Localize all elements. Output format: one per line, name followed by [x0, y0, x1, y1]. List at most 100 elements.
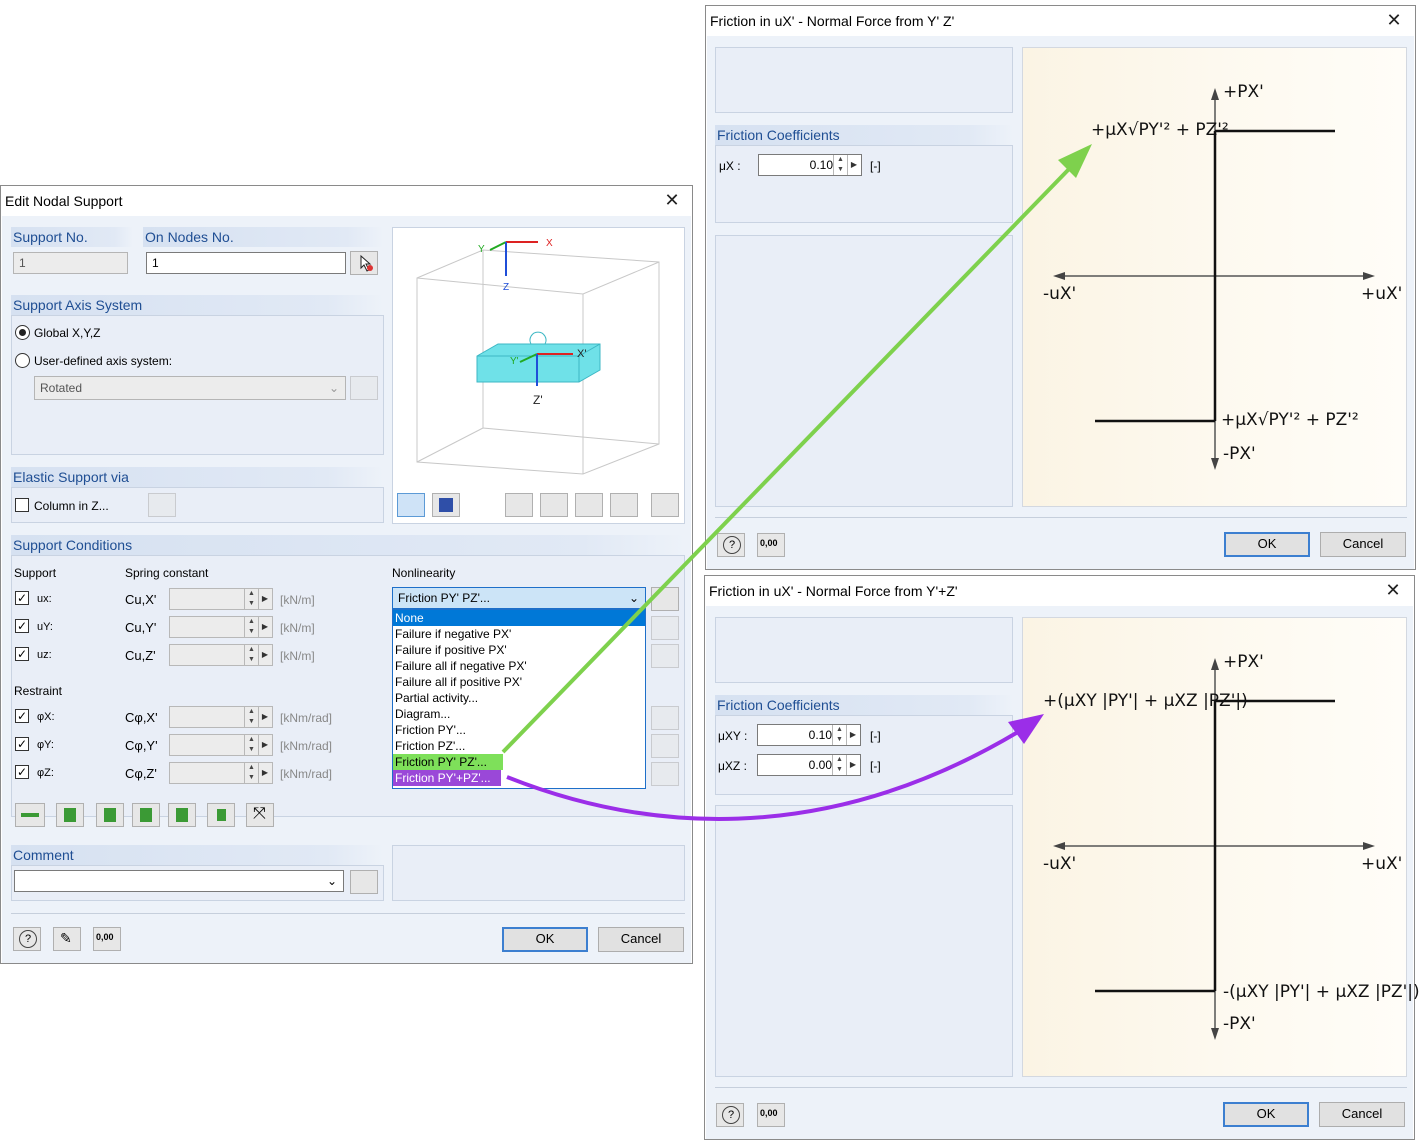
- units-button[interactable]: 0,00: [757, 1103, 785, 1127]
- units-button[interactable]: 0,00: [757, 533, 785, 557]
- cancel-button[interactable]: Cancel: [598, 927, 684, 952]
- spin-updown-icon[interactable]: ▲ ▼: [244, 735, 258, 755]
- condition-checkbox[interactable]: ✓: [15, 647, 29, 661]
- dropdown-option[interactable]: None: [393, 610, 645, 626]
- spin-updown-icon[interactable]: ▲ ▼: [244, 763, 258, 783]
- row-edit-button[interactable]: [651, 706, 679, 730]
- top-blank-panel: [715, 617, 1013, 683]
- nonlinearity-column-label: Nonlinearity: [392, 566, 456, 580]
- support-type-1-button[interactable]: [56, 803, 84, 827]
- nonlinearity-edit-button[interactable]: [651, 587, 679, 611]
- dropdown-option[interactable]: Friction PZ'...: [393, 738, 645, 754]
- spin-right-icon[interactable]: ▶: [258, 617, 271, 637]
- spin-right-icon[interactable]: ▶: [846, 725, 859, 745]
- condition-checkbox[interactable]: ✓: [15, 591, 29, 605]
- spin-updown-icon[interactable]: ▲ ▼: [833, 155, 847, 175]
- dropdown-option[interactable]: Failure if positive PX': [393, 642, 645, 658]
- axis-system-select[interactable]: Rotated ⌄: [34, 376, 346, 400]
- axis-system-edit-button[interactable]: [350, 376, 378, 400]
- row-edit-button[interactable]: [651, 762, 679, 786]
- support-type-free-button[interactable]: ⤧: [246, 803, 274, 827]
- view-render-button[interactable]: [432, 493, 460, 517]
- pick-nodes-button[interactable]: [350, 251, 378, 275]
- close-icon[interactable]: ✕: [659, 189, 685, 213]
- spin-right-icon[interactable]: ▶: [258, 763, 271, 783]
- mu-x-spinner[interactable]: 0.10 ▲ ▼ ▶: [758, 154, 862, 176]
- dropdown-option[interactable]: Diagram...: [393, 706, 645, 722]
- cancel-button[interactable]: Cancel: [1320, 532, 1406, 557]
- units-button[interactable]: 0,00: [93, 927, 121, 951]
- view-axes-button[interactable]: [397, 493, 425, 517]
- support-type-2-button[interactable]: [96, 803, 124, 827]
- spring-constant-spinner[interactable]: ▲ ▼ ▶: [169, 706, 273, 728]
- user-defined-radio[interactable]: [15, 353, 30, 368]
- row-edit-button[interactable]: [651, 616, 679, 640]
- view-z-button[interactable]: [575, 493, 603, 517]
- spin-right-icon[interactable]: ▶: [258, 707, 271, 727]
- mu-xz-spinner[interactable]: 0.00 ▲ ▼ ▶: [757, 754, 861, 776]
- support-type-5-button[interactable]: [207, 803, 235, 827]
- view-iso-button[interactable]: [610, 493, 638, 517]
- spin-updown-icon[interactable]: ▲ ▼: [244, 589, 258, 609]
- comment-library-button[interactable]: [350, 870, 378, 894]
- ok-button[interactable]: OK: [1224, 532, 1310, 557]
- dropdown-option[interactable]: Failure all if positive PX': [393, 674, 645, 690]
- spin-updown-icon[interactable]: ▲ ▼: [244, 617, 258, 637]
- comment-field[interactable]: ⌄: [14, 870, 344, 892]
- dropdown-option[interactable]: Partial activity...: [393, 690, 645, 706]
- spin-right-icon[interactable]: ▶: [846, 755, 859, 775]
- spring-constant-spinner[interactable]: ▲ ▼ ▶: [169, 644, 273, 666]
- row-edit-button[interactable]: [651, 734, 679, 758]
- dropdown-option[interactable]: Friction PY'+PZ'...: [393, 770, 501, 786]
- close-icon[interactable]: ✕: [1381, 9, 1407, 33]
- help-button[interactable]: ?: [717, 533, 745, 557]
- spin-updown-icon[interactable]: ▲ ▼: [244, 707, 258, 727]
- close-icon[interactable]: ✕: [1380, 579, 1406, 603]
- spin-updown-icon[interactable]: ▲ ▼: [244, 645, 258, 665]
- condition-checkbox[interactable]: ✓: [15, 765, 29, 779]
- spin-right-icon[interactable]: ▶: [847, 155, 860, 175]
- spring-symbol: Cφ,Y': [125, 738, 158, 753]
- spring-constant-spinner[interactable]: ▲ ▼ ▶: [169, 588, 273, 610]
- row-edit-button[interactable]: [651, 644, 679, 668]
- spring-constant-spinner[interactable]: ▲ ▼ ▶: [169, 762, 273, 784]
- help-button[interactable]: ?: [716, 1103, 744, 1127]
- spin-updown-icon[interactable]: ▲ ▼: [832, 755, 846, 775]
- spin-right-icon[interactable]: ▶: [258, 735, 271, 755]
- mu-xy-spinner[interactable]: 0.10 ▲ ▼ ▶: [757, 724, 861, 746]
- spin-right-icon[interactable]: ▶: [258, 589, 271, 609]
- view-x-button[interactable]: [505, 493, 533, 517]
- coeff-header: Friction Coefficients: [715, 125, 1013, 145]
- ok-button[interactable]: OK: [502, 927, 588, 952]
- spring-unit: [kN/m]: [280, 621, 315, 635]
- column-edit-button[interactable]: [148, 493, 176, 517]
- spin-updown-icon[interactable]: ▲ ▼: [832, 725, 846, 745]
- condition-checkbox[interactable]: ✓: [15, 709, 29, 723]
- nonlinearity-select[interactable]: Friction PY' PZ'... ⌄: [392, 587, 646, 609]
- edit-button[interactable]: ✎: [53, 927, 81, 951]
- dropdown-option[interactable]: Failure if negative PX': [393, 626, 645, 642]
- separator: [11, 913, 685, 914]
- dropdown-option[interactable]: Friction PY'...: [393, 722, 645, 738]
- dropdown-option[interactable]: Friction PY' PZ'...: [393, 754, 503, 770]
- column-checkbox[interactable]: [15, 498, 29, 512]
- condition-checkbox[interactable]: ✓: [15, 737, 29, 751]
- view-y-button[interactable]: [540, 493, 568, 517]
- global-radio[interactable]: [15, 325, 30, 340]
- ok-button[interactable]: OK: [1223, 1102, 1309, 1127]
- support-type-3-button[interactable]: [132, 803, 160, 827]
- spring-constant-spinner[interactable]: ▲ ▼ ▶: [169, 616, 273, 638]
- support-type-4-button[interactable]: [168, 803, 196, 827]
- cancel-button[interactable]: Cancel: [1319, 1102, 1405, 1127]
- zoom-button[interactable]: [651, 493, 679, 517]
- support-no-field[interactable]: 1: [13, 252, 128, 274]
- dropdown-option[interactable]: Failure all if negative PX': [393, 658, 645, 674]
- spring-constant-spinner[interactable]: ▲ ▼ ▶: [169, 734, 273, 756]
- support-type-hinged-button[interactable]: [15, 803, 45, 827]
- support-no-header: Support No.: [11, 227, 133, 247]
- help-button[interactable]: ?: [13, 927, 41, 951]
- spring-unit: [kN/m]: [280, 593, 315, 607]
- condition-checkbox[interactable]: ✓: [15, 619, 29, 633]
- spin-right-icon[interactable]: ▶: [258, 645, 271, 665]
- on-nodes-field[interactable]: 1: [146, 252, 346, 274]
